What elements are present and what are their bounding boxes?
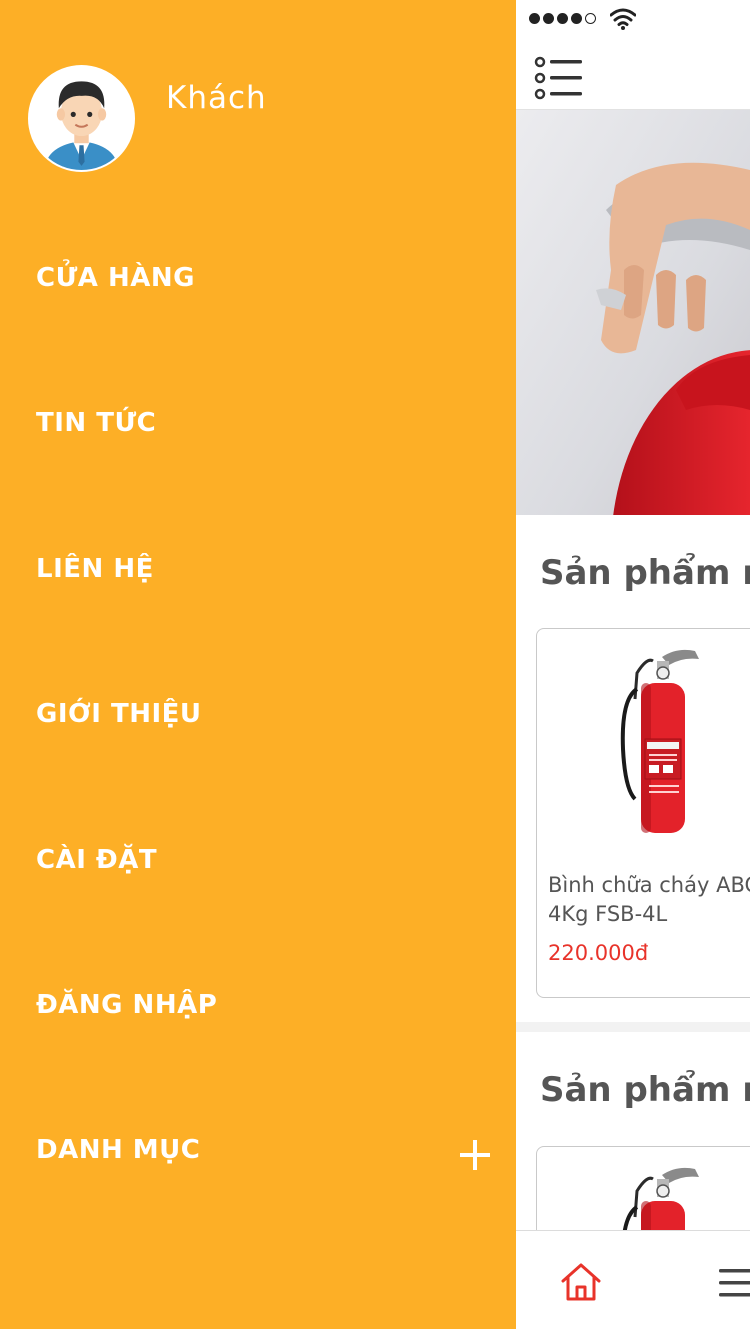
app-main: Sản phẩm n Bình chữa cháy ABC 4Kg FSB-4L… — [516, 0, 750, 1329]
product-section: Sản phẩm n Bình chữa cháy ABC 4Kg FSB-4L… — [516, 515, 750, 1022]
wifi-icon — [610, 8, 636, 30]
menu-item-label: ĐĂNG NHẬP — [36, 990, 218, 1020]
bottom-navigation — [516, 1230, 750, 1329]
menu-item-contact[interactable]: LIÊN HỆ — [0, 519, 516, 619]
list-icon[interactable] — [534, 56, 584, 100]
signal-icon — [529, 13, 596, 24]
user-avatar[interactable] — [28, 65, 135, 172]
menu-item-settings[interactable]: CÀI ĐẶT — [0, 810, 516, 910]
menu-item-login[interactable]: ĐĂNG NHẬP — [0, 955, 516, 1055]
product-name-line-1: Bình chữa cháy ABC — [548, 873, 750, 897]
menu-item-label: LIÊN HỆ — [36, 554, 154, 584]
status-bar — [516, 0, 750, 40]
user-name: Khách — [166, 80, 267, 116]
navigation-drawer: Khách CỬA HÀNG TIN TỨC LIÊN HỆ GIỚI THIỆ… — [0, 0, 516, 1329]
menu-item-label: DANH MỤC — [36, 1135, 201, 1165]
menu-item-news[interactable]: TIN TỨC — [0, 373, 516, 473]
menu-item-about[interactable]: GIỚI THIỆU — [0, 664, 516, 764]
top-toolbar — [516, 40, 750, 110]
hamburger-icon[interactable] — [719, 1267, 750, 1299]
section-title: Sản phẩm n — [540, 553, 750, 593]
product-name: Bình chữa cháy ABC 4Kg FSB-4L — [548, 871, 750, 929]
fire-extinguisher-banner-image — [516, 110, 750, 515]
menu-item-label: CÀI ĐẶT — [36, 845, 158, 875]
fire-extinguisher-image — [620, 649, 699, 833]
menu-item-store[interactable]: CỬA HÀNG — [0, 228, 516, 328]
menu-item-label: GIỚI THIỆU — [36, 699, 202, 729]
menu-item-label: TIN TỨC — [36, 408, 157, 438]
home-icon[interactable] — [560, 1261, 602, 1303]
product-price: 220.000đ — [548, 941, 649, 965]
product-name-line-2: 4Kg FSB-4L — [548, 902, 668, 926]
menu-item-label: CỬA HÀNG — [36, 263, 195, 293]
section-divider — [516, 1022, 750, 1032]
promo-banner[interactable] — [516, 110, 750, 515]
product-section: Sản phẩm n — [516, 1032, 750, 1329]
plus-icon[interactable] — [460, 1140, 490, 1170]
section-title: Sản phẩm n — [540, 1070, 750, 1110]
product-card[interactable]: Bình chữa cháy ABC 4Kg FSB-4L 220.000đ — [536, 628, 750, 998]
menu-item-categories[interactable]: DANH MỤC — [0, 1100, 516, 1200]
user-avatar-icon — [30, 67, 133, 170]
